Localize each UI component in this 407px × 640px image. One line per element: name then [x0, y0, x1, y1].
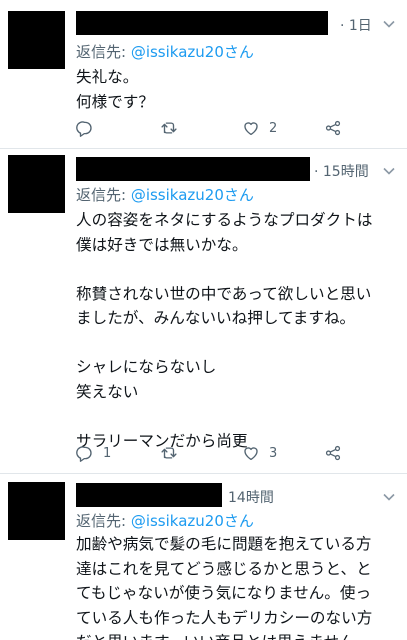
reply-handle-link[interactable]: @issikazu20さん [131, 43, 254, 61]
like-count: 2 [269, 120, 278, 136]
author-name-redacted[interactable] [76, 483, 222, 507]
avatar-redacted[interactable] [8, 155, 65, 213]
retweet-icon [161, 447, 177, 459]
timestamp[interactable]: · 15時間 [314, 161, 369, 181]
timestamp[interactable]: 14時間 [228, 487, 274, 507]
heart-icon [244, 122, 258, 136]
like-button[interactable]: 3 [242, 442, 277, 464]
tweet[interactable]: · 1日 返信先: @issikazu20さん 失礼な。 何様です？ 2 [0, 0, 407, 149]
chevron-down-icon[interactable] [381, 163, 397, 179]
share-icon [325, 120, 341, 136]
tweet-text: 失礼な。 何様です？ [76, 68, 154, 111]
chevron-down-icon[interactable] [381, 489, 397, 505]
reply-button[interactable]: 1 [76, 442, 111, 464]
chevron-down-icon[interactable] [381, 16, 397, 32]
retweet-button[interactable] [160, 117, 187, 139]
reply-count: 1 [103, 445, 112, 461]
retweet-button[interactable] [160, 442, 187, 464]
tweet[interactable]: · 15時間 返信先: @issikazu20さん 人の容姿をネタにするようなプ… [0, 149, 407, 474]
action-bar: 1 3 [76, 442, 366, 464]
reply-context: 返信先: @issikazu20さん [76, 184, 254, 205]
like-count: 3 [269, 445, 278, 461]
tweet-text: 加齢や病気で髪の毛に問題を抱えている方 達はこれを見てどう感じるかと思うと、と … [76, 535, 373, 640]
reply-icon [76, 121, 92, 137]
author-name-redacted[interactable] [76, 157, 310, 181]
timestamp[interactable]: · 1日 [340, 15, 372, 35]
reply-handle-link[interactable]: @issikazu20さん [131, 186, 254, 204]
share-button[interactable] [324, 442, 342, 464]
avatar-redacted[interactable] [8, 482, 65, 540]
like-button[interactable]: 2 [242, 117, 277, 139]
tweet[interactable]: 14時間 返信先: @issikazu20さん 加齢や病気で髪の毛に問題を抱えて… [0, 474, 407, 640]
tweet-text: 人の容姿をネタにするようなプロダクトは 僕は好きでは無いかな。 称賛されない世の… [76, 211, 373, 450]
reply-context: 返信先: @issikazu20さん [76, 510, 254, 531]
avatar-redacted[interactable] [8, 11, 65, 69]
reply-prefix: 返信先: [76, 186, 131, 204]
heart-icon [244, 447, 258, 461]
retweet-icon [161, 122, 177, 134]
action-bar: 2 [76, 117, 366, 139]
reply-button[interactable] [76, 117, 103, 139]
reply-handle-link[interactable]: @issikazu20さん [131, 512, 254, 530]
reply-context: 返信先: @issikazu20さん [76, 41, 254, 62]
share-icon [325, 445, 341, 461]
reply-prefix: 返信先: [76, 43, 131, 61]
reply-icon [76, 446, 92, 462]
reply-prefix: 返信先: [76, 512, 131, 530]
author-name-redacted[interactable] [76, 11, 328, 35]
share-button[interactable] [324, 117, 342, 139]
